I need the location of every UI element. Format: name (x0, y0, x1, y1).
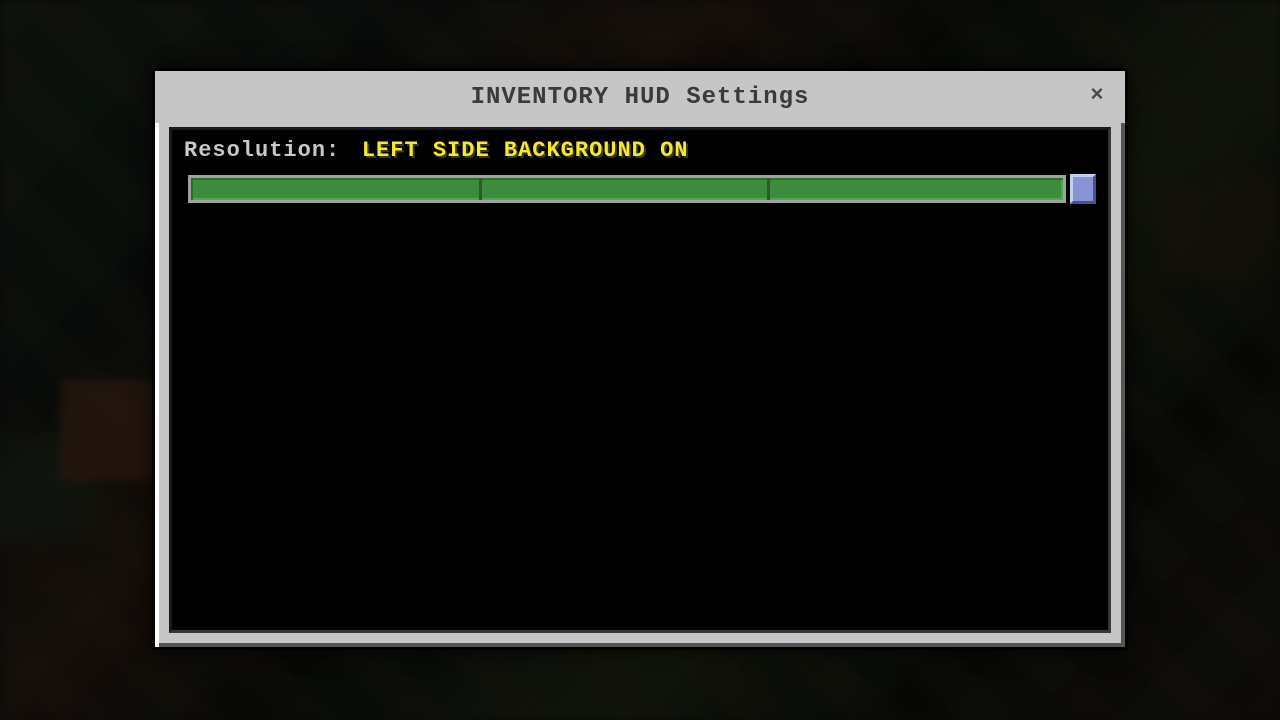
setting-row: Resolution: LEFT SIDE BACKGROUND ON (172, 130, 1108, 171)
slider-row (172, 171, 1108, 211)
dialog-content: Resolution: LEFT SIDE BACKGROUND ON (169, 127, 1111, 633)
setting-value: LEFT SIDE BACKGROUND ON (362, 138, 689, 163)
slider-track[interactable] (188, 175, 1066, 203)
slider-tick (767, 178, 770, 200)
settings-dialog: INVENTORY HUD Settings × Resolution: LEF… (152, 68, 1128, 650)
setting-label: Resolution: (184, 138, 340, 163)
dialog-title: INVENTORY HUD Settings (471, 84, 810, 111)
slider-tick (479, 178, 482, 200)
close-icon: × (1090, 83, 1103, 108)
slider-handle[interactable] (1070, 174, 1096, 204)
close-button[interactable]: × (1083, 81, 1111, 109)
dialog-titlebar: INVENTORY HUD Settings × (155, 71, 1125, 123)
